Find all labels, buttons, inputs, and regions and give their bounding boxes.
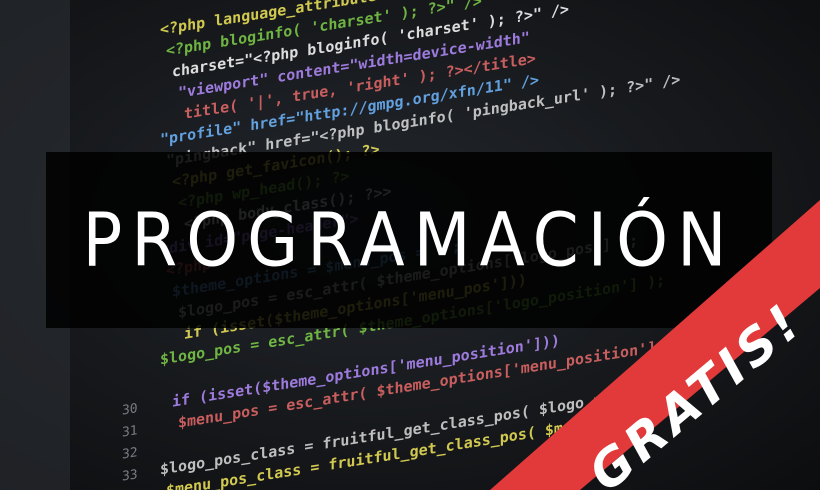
line-number: 32 xyxy=(122,445,138,462)
line-number: 31 xyxy=(122,423,138,440)
line-number: 30 xyxy=(122,401,138,418)
title-banner: PROGRAMACIÓN xyxy=(46,152,772,328)
page-title: PROGRAMACIÓN xyxy=(82,196,736,284)
hero-image: <?php language_attributes(); ?> <?php blo… xyxy=(0,0,820,490)
line-number: 33 xyxy=(122,467,138,484)
